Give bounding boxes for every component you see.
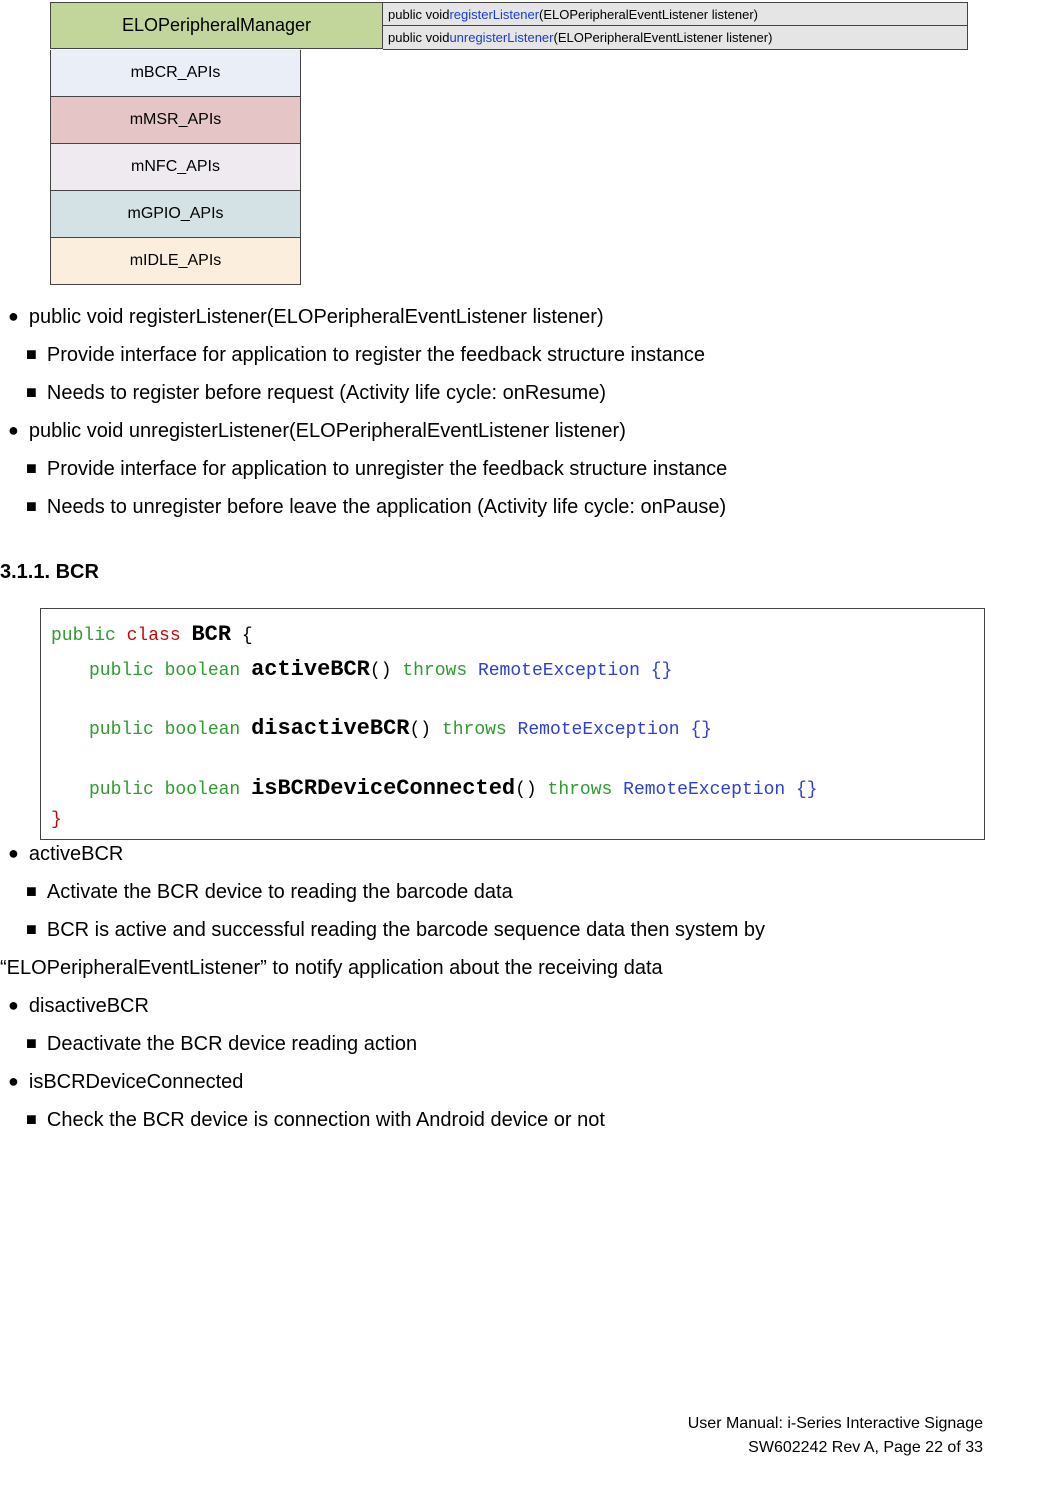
signature-suffix: (ELOPeripheralEventListener listener) [554, 30, 773, 45]
bullet-item: ■ Deactivate the BCR device reading actio… [8, 1030, 1043, 1058]
signature-prefix: public void [388, 30, 449, 45]
bullet-marker: ■ [26, 494, 37, 519]
bullet-text: public void unregisterListener(ELOPeriph… [29, 417, 626, 445]
section-heading: 3.1.1. BCR [0, 561, 1043, 584]
bullet-item: ● public void unregisterListener(ELOPerip… [8, 417, 1043, 445]
bullet-item: ■ BCR is active and successful reading th… [8, 916, 1043, 944]
bullet-list-bottom: ● activeBCR ■ Activate the BCR device to re… [0, 840, 1043, 944]
bullet-marker: ■ [26, 1107, 37, 1132]
footer-line2: SW602242 Rev A, Page 22 of 33 [688, 1436, 983, 1460]
bullet-marker: ● [8, 841, 19, 866]
bullet-text: Deactivate the BCR device reading action [47, 1030, 417, 1058]
bullet-item: ● activeBCR [8, 840, 1043, 868]
bullet-list-bottom2: ● disactiveBCR ■ Deactivate the BCR device … [0, 992, 1043, 1134]
bullet-text: Activate the BCR device to reading the b… [47, 878, 513, 906]
bullet-item: ● disactiveBCR [8, 992, 1043, 1020]
api-box-bcr: mBCR_APIs [50, 50, 301, 97]
method-name: disactiveBCR [251, 716, 409, 741]
bullet-marker: ■ [26, 917, 37, 942]
diagram: ELOPeripheralManager public void registe… [50, 2, 1043, 50]
code-box: public class BCR { public boolean active… [40, 608, 985, 840]
bullet-text: disactiveBCR [29, 992, 149, 1020]
bullet-marker: ■ [26, 1031, 37, 1056]
bullet-item: ■ Provide interface for application to un… [8, 455, 1043, 483]
bullet-marker: ■ [26, 342, 37, 367]
signature-prefix: public void [388, 7, 449, 22]
bullet-marker: ● [8, 418, 19, 443]
signature-suffix: (ELOPeripheralEventListener listener) [539, 7, 758, 22]
signature-row: public void registerListener(ELOPeripher… [383, 3, 967, 26]
paragraph-continuation: “ELOPeripheralEventListener” to notify a… [0, 954, 1043, 982]
footer: User Manual: i-Series Interactive Signag… [688, 1412, 983, 1460]
class-name: BCR [191, 622, 231, 647]
api-box-msr: mMSR_APIs [50, 97, 301, 144]
bullet-text: Provide interface for application to unr… [47, 455, 727, 483]
signature-method: unregisterListener [449, 30, 553, 45]
signature-method: registerListener [449, 7, 539, 22]
bullet-text: activeBCR [29, 840, 123, 868]
bullet-marker: ● [8, 304, 19, 329]
bullet-item: ■ Needs to register before request (Activ… [8, 379, 1043, 407]
bullet-item: ■ Needs to unregister before leave the ap… [8, 493, 1043, 521]
bullet-text: public void registerListener(ELOPeripher… [29, 303, 604, 331]
bullet-marker: ■ [26, 456, 37, 481]
bullet-marker: ● [8, 993, 19, 1018]
bullet-text: Needs to register before request (Activi… [47, 379, 606, 407]
bullet-text: isBCRDeviceConnected [29, 1068, 244, 1096]
bullet-text: BCR is active and successful reading the… [47, 916, 765, 944]
bullet-list-top: ● public void registerListener(ELOPeriphe… [0, 303, 1043, 521]
footer-line1: User Manual: i-Series Interactive Signag… [688, 1412, 983, 1436]
api-box-idle: mIDLE_APIs [50, 238, 301, 285]
manager-box: ELOPeripheralManager [50, 2, 383, 49]
bullet-marker: ■ [26, 879, 37, 904]
signature-list: public void registerListener(ELOPeripher… [383, 2, 968, 50]
signature-row: public void unregisterListener(ELOPeriph… [383, 26, 967, 49]
bullet-item: ■ Activate the BCR device to reading the … [8, 878, 1043, 906]
bullet-text: Check the BCR device is connection with … [47, 1106, 605, 1134]
bullet-item: ■ Provide interface for application to re… [8, 341, 1043, 369]
bullet-item: ● isBCRDeviceConnected [8, 1068, 1043, 1096]
bullet-marker: ● [8, 1069, 19, 1094]
bullet-text: Provide interface for application to reg… [47, 341, 705, 369]
method-name: activeBCR [251, 657, 370, 682]
api-box-nfc: mNFC_APIs [50, 144, 301, 191]
method-name: isBCRDeviceConnected [251, 776, 515, 801]
bullet-item: ■ Check the BCR device is connection with… [8, 1106, 1043, 1134]
api-box-gpio: mGPIO_APIs [50, 191, 301, 238]
api-stack: mBCR_APIs mMSR_APIs mNFC_APIs mGPIO_APIs… [50, 50, 301, 285]
bullet-marker: ■ [26, 380, 37, 405]
bullet-text: Needs to unregister before leave the app… [47, 493, 726, 521]
bullet-item: ● public void registerListener(ELOPeriphe… [8, 303, 1043, 331]
